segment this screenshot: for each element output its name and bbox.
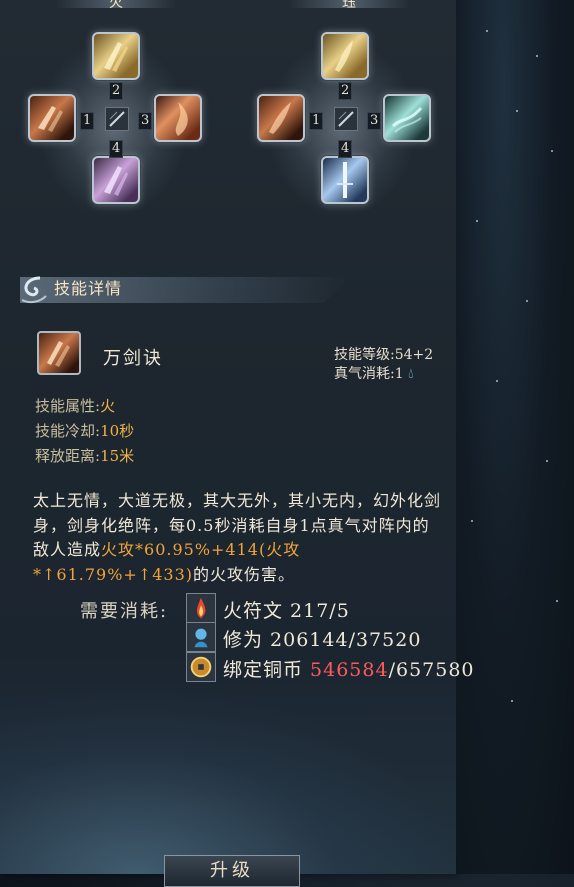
- skill-level-label: 技能等级:: [334, 347, 395, 363]
- attribute-label: 释放距离:: [35, 447, 101, 465]
- rune-slot-bottom-icon[interactable]: [321, 156, 369, 204]
- qi-cost-label: 真气消耗:: [334, 366, 395, 382]
- skill-description: 太上无情，大道无极，其大无外，其小无内，幻外化剑身，剑身化绝阵，每0.5秒消耗自…: [33, 489, 443, 587]
- skill-name: 万剑诀: [103, 348, 163, 369]
- cultivation-icon: [186, 622, 216, 652]
- coin-label: 绑定铜币: [223, 659, 311, 681]
- column-header-fire: 火: [55, 0, 177, 11]
- column-header-second: 珏: [288, 0, 410, 11]
- swirl-emblem-icon: [16, 274, 50, 306]
- attribute-row: 技能属性:火: [35, 395, 115, 416]
- skill-icon: [37, 331, 81, 375]
- slot-number-right: 3: [138, 112, 153, 130]
- upgrade-button[interactable]: 升级: [164, 855, 300, 887]
- rune-diagram-left: 2 1 3 4: [16, 28, 216, 228]
- attribute-row: 技能冷却:10秒: [35, 420, 134, 441]
- slot-number-top: 2: [338, 82, 353, 100]
- rune-slot-left-icon[interactable]: [257, 94, 305, 142]
- slot-number-bottom: 4: [109, 140, 124, 158]
- rune-slot-right-icon[interactable]: [383, 94, 431, 142]
- cost-text: 火符文 217/5: [223, 600, 350, 622]
- bound-coin-icon: [186, 652, 216, 682]
- cost-text: 修为 206144/37520: [223, 629, 422, 651]
- rune-center-icon: [105, 107, 129, 131]
- skill-level-value: 54+2: [394, 347, 434, 363]
- section-title: 技能详情: [54, 279, 123, 298]
- slot-number-bottom: 4: [338, 140, 353, 158]
- rune-slot-right-icon[interactable]: [154, 94, 202, 142]
- qi-cost-value: 1: [394, 366, 404, 382]
- description-tail: 的火攻伤害。: [193, 564, 296, 584]
- rune-slot-top-icon[interactable]: [321, 32, 369, 80]
- skill-level: 技能等级:54+2: [334, 344, 433, 364]
- attribute-label: 技能冷却:: [35, 422, 101, 440]
- attribute-label: 技能属性:: [35, 397, 101, 415]
- rune-slot-top-icon[interactable]: [92, 32, 140, 80]
- slot-number-top: 2: [109, 82, 124, 100]
- rune-slot-left-icon[interactable]: [28, 94, 76, 142]
- rune-center-icon: [334, 107, 358, 131]
- rune-diagram-right: 2 1 3 4: [245, 28, 445, 228]
- cost-label: 需要消耗:: [80, 601, 169, 622]
- attribute-value: 火: [100, 397, 116, 415]
- rune-slot-bottom-icon[interactable]: [92, 156, 140, 204]
- attribute-value: 15米: [100, 447, 135, 465]
- fire-rune-icon: [186, 593, 216, 623]
- attribute-value: 10秒: [100, 422, 135, 440]
- coin-required: /657580: [388, 659, 475, 681]
- slot-number-left: 1: [80, 112, 95, 130]
- starfield-background: [456, 0, 574, 874]
- qi-drop-icon: 💧︎: [408, 366, 414, 382]
- slot-number-right: 3: [367, 112, 382, 130]
- cost-text: 绑定铜币 546584/657580: [223, 655, 475, 682]
- qi-cost: 真气消耗:1 💧︎: [334, 363, 414, 383]
- slot-number-left: 1: [309, 112, 324, 130]
- attribute-row: 释放距离:15米: [35, 445, 134, 466]
- coin-current: 546584: [310, 659, 389, 681]
